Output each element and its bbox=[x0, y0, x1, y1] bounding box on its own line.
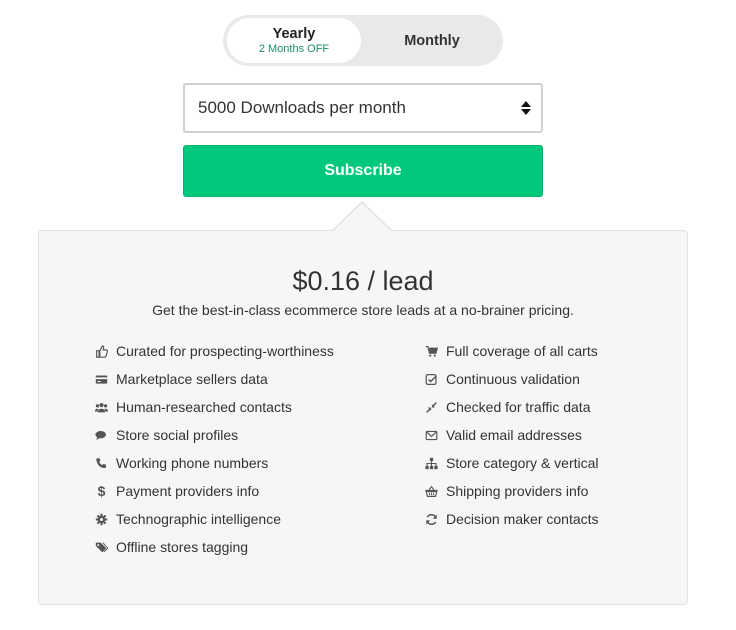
feature-item: Valid email addresses bbox=[424, 424, 582, 446]
feature-item: Shipping providers info bbox=[424, 480, 588, 502]
users-icon bbox=[94, 400, 109, 415]
panel-pointer-fill bbox=[332, 203, 392, 232]
feature-item: $ Payment providers info bbox=[94, 480, 260, 502]
feature-item: Marketplace sellers data bbox=[94, 368, 268, 390]
sitemap-icon bbox=[424, 456, 439, 471]
thumbs-up-icon bbox=[94, 344, 109, 359]
feature-label: Continuous validation bbox=[446, 371, 580, 387]
phone-icon bbox=[94, 456, 109, 471]
check-square-icon bbox=[424, 372, 439, 387]
feature-label: Store social profiles bbox=[116, 427, 239, 443]
tags-icon bbox=[94, 540, 109, 555]
pricing-tagline: Get the best-in-class ecommerce store le… bbox=[152, 302, 574, 318]
feature-item: Decision maker contacts bbox=[424, 508, 599, 530]
credit-card-icon bbox=[94, 372, 109, 387]
yearly-option[interactable]: Yearly 2 Months OFF bbox=[227, 18, 361, 63]
monthly-option[interactable]: Monthly bbox=[365, 18, 499, 63]
feature-label: Store category & vertical bbox=[446, 455, 599, 471]
billing-toggle: Yearly 2 Months OFF Monthly bbox=[223, 15, 503, 66]
plan-select[interactable]: 5000 Downloads per month bbox=[183, 83, 543, 133]
cog-icon bbox=[94, 512, 109, 527]
feature-item: Human-researched contacts bbox=[94, 396, 292, 418]
yearly-label: Yearly bbox=[272, 25, 316, 42]
monthly-label: Monthly bbox=[404, 32, 460, 49]
feature-item: Working phone numbers bbox=[94, 452, 268, 474]
compress-icon bbox=[424, 400, 439, 415]
price-per-lead: $0.16 / lead bbox=[292, 266, 434, 296]
feature-item: Checked for traffic data bbox=[424, 396, 590, 418]
plan-select-value: 5000 Downloads per month bbox=[198, 98, 406, 117]
feature-label: Human-researched contacts bbox=[116, 399, 292, 415]
feature-label: Working phone numbers bbox=[116, 455, 269, 471]
basket-icon bbox=[424, 484, 439, 499]
subscribe-button[interactable]: Subscribe bbox=[183, 145, 543, 197]
feature-item: Continuous validation bbox=[424, 368, 580, 390]
feature-item: Curated for prospecting-worthiness bbox=[94, 340, 334, 362]
envelope-icon bbox=[424, 428, 439, 443]
feature-item: Technographic intelligence bbox=[94, 508, 281, 530]
feature-label: Shipping providers info bbox=[446, 483, 589, 499]
feature-label: Valid email addresses bbox=[446, 427, 582, 443]
comments-icon bbox=[94, 428, 109, 443]
feature-label: Curated for prospecting-worthiness bbox=[116, 343, 334, 359]
feature-label: Payment providers info bbox=[116, 483, 260, 499]
feature-item: Full coverage of all carts bbox=[424, 340, 598, 362]
refresh-icon bbox=[424, 512, 439, 527]
feature-label: Technographic intelligence bbox=[116, 511, 281, 527]
feature-label: Decision maker contacts bbox=[446, 511, 599, 527]
feature-item: Store social profiles bbox=[94, 424, 238, 446]
feature-label: Checked for traffic data bbox=[446, 399, 591, 415]
sort-arrows-icon bbox=[521, 101, 531, 115]
dollar-icon: $ bbox=[97, 483, 106, 499]
yearly-discount-label: 2 Months OFF bbox=[258, 42, 330, 55]
feature-item: Offline stores tagging bbox=[94, 536, 248, 558]
feature-label: Offline stores tagging bbox=[116, 539, 249, 555]
feature-label: Full coverage of all carts bbox=[446, 343, 598, 359]
feature-label: Marketplace sellers data bbox=[116, 371, 268, 387]
cart-icon bbox=[424, 344, 439, 359]
feature-item: Store category & vertical bbox=[424, 452, 599, 474]
